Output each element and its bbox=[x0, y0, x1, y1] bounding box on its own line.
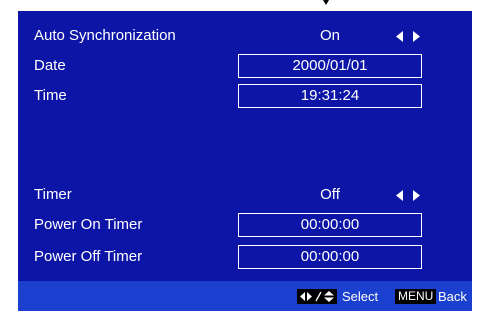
timer-label: Timer bbox=[34, 186, 72, 203]
menu-key-badge: MENU bbox=[395, 289, 437, 304]
arrow-keys-icon bbox=[297, 289, 337, 304]
power-off-timer-label: Power Off Timer bbox=[34, 248, 143, 265]
left-right-arrows-icon[interactable] bbox=[396, 190, 420, 201]
auto-sync-value[interactable]: On bbox=[238, 23, 422, 49]
date-row[interactable]: Date 2000/01/01 bbox=[18, 53, 472, 79]
power-off-timer-field[interactable]: 00:00:00 bbox=[238, 245, 422, 269]
footer-hint-bar: Select MENU Back bbox=[18, 281, 472, 311]
left-right-arrows-icon[interactable] bbox=[396, 31, 420, 42]
back-hint-label: Back bbox=[438, 289, 467, 304]
date-label: Date bbox=[34, 57, 66, 74]
select-hint-label: Select bbox=[342, 289, 379, 304]
time-field[interactable]: 19:31:24 bbox=[238, 84, 422, 108]
top-pointer-icon bbox=[323, 0, 329, 5]
power-on-timer-field[interactable]: 00:00:00 bbox=[238, 213, 422, 237]
timer-row[interactable]: Timer Off bbox=[18, 182, 472, 208]
power-off-timer-row[interactable]: Power Off Timer 00:00:00 bbox=[18, 244, 472, 270]
auto-sync-label: Auto Synchronization bbox=[34, 27, 176, 44]
timer-value[interactable]: Off bbox=[238, 182, 422, 208]
power-on-timer-row[interactable]: Power On Timer 00:00:00 bbox=[18, 212, 472, 238]
time-settings-panel: Auto Synchronization On Date 2000/01/01 … bbox=[18, 11, 472, 311]
time-label: Time bbox=[34, 87, 67, 104]
power-on-timer-label: Power On Timer bbox=[34, 216, 143, 233]
time-row[interactable]: Time 19:31:24 bbox=[18, 83, 472, 109]
auto-sync-row[interactable]: Auto Synchronization On bbox=[18, 23, 472, 49]
date-field[interactable]: 2000/01/01 bbox=[238, 54, 422, 78]
